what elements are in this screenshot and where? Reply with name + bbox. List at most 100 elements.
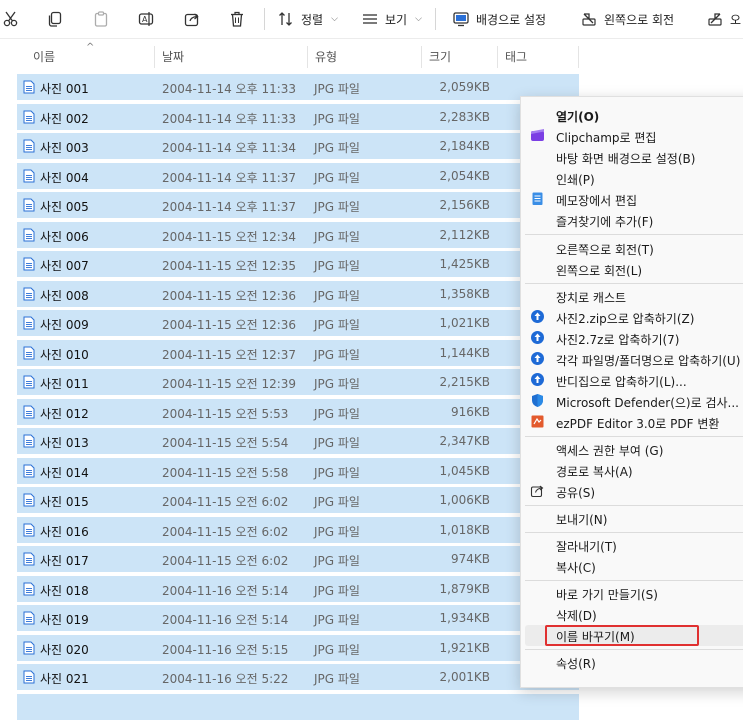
file-date: 2004-11-15 오전 5:53 [162, 407, 289, 421]
delete-toolbar-button[interactable] [228, 7, 246, 31]
notepad-icon [532, 192, 543, 205]
file-row[interactable]: 사진 013 2004-11-15 오전 5:54 JPG 파일 2,347KB [17, 428, 579, 454]
file-row[interactable]: 사진 020 2004-11-16 오전 5:15 JPG 파일 1,921KB [17, 635, 579, 661]
column-name[interactable]: 이름 [33, 40, 55, 70]
menu-rotate-right[interactable]: 오른쪽으로 회전(T) [521, 238, 743, 259]
menu-copy-path[interactable]: 경로로 복사(A) [521, 460, 743, 481]
menu-set-desktop-background[interactable]: 바탕 화면 배경으로 설정(B) [521, 147, 743, 168]
file-row[interactable]: 사진 004 2004-11-14 오후 11:37 JPG 파일 2,054K… [17, 163, 579, 189]
rotate-left-button[interactable]: 왼쪽으로 회전 [580, 7, 674, 31]
file-row[interactable]: 사진 014 2004-11-15 오전 5:58 JPG 파일 1,045KB [17, 458, 579, 484]
file-row[interactable]: 사진 007 2004-11-15 오전 12:35 JPG 파일 1,425K… [17, 251, 579, 277]
file-row[interactable]: 사진 010 2004-11-15 오전 12:37 JPG 파일 1,144K… [17, 340, 579, 366]
column-type[interactable]: 유형 [315, 40, 337, 70]
file-icon [23, 228, 35, 242]
file-row[interactable]: 사진 005 2004-11-14 오후 11:37 JPG 파일 2,156K… [17, 192, 579, 218]
menu-create-shortcut[interactable]: 바로 가기 만들기(S) [521, 583, 743, 604]
column-date[interactable]: 날짜 [162, 40, 184, 70]
menu-bandizip-label: 반디집으로 압축하기(L)... [556, 375, 687, 389]
file-icon [23, 670, 35, 684]
file-date: 2004-11-16 오전 5:14 [162, 613, 289, 627]
scissors-icon [3, 11, 18, 27]
menu-give-access[interactable]: 액세스 권한 부여 (G) [521, 439, 743, 460]
menu-send-to[interactable]: 보내기(N) [521, 508, 743, 529]
column-header: ^ 이름 날짜 유형 크기 태그 [0, 40, 743, 70]
rotate-right-icon [708, 13, 722, 26]
menu-copy[interactable]: 복사(C) [521, 556, 743, 577]
menu-delete[interactable]: 삭제(D) [521, 604, 743, 625]
menu-cut[interactable]: 잘라내기(T) [521, 535, 743, 556]
context-menu: 열기(O) Clipchamp로 편집 바탕 화면 배경으로 설정(B) 인쇄(… [520, 96, 743, 688]
column-size[interactable]: 크기 [429, 40, 451, 70]
menu-send-to-label: 보내기(N) [556, 513, 608, 527]
menu-add-favorites[interactable]: 즐겨찾기에 추가(F) [521, 210, 743, 231]
share-icon [184, 13, 199, 27]
menu-clipchamp[interactable]: Clipchamp로 편집 [521, 126, 743, 147]
file-row-partial[interactable] [17, 694, 579, 720]
rename-toolbar-button[interactable]: A [137, 7, 155, 31]
file-row[interactable]: 사진 008 2004-11-15 오전 12:36 JPG 파일 1,358K… [17, 281, 579, 307]
menu-zip[interactable]: 사진2.zip으로 압축하기(Z) [521, 307, 743, 328]
file-row[interactable]: 사진 017 2004-11-15 오전 6:02 JPG 파일 974KB [17, 546, 579, 572]
column-divider[interactable] [307, 46, 308, 68]
column-tags[interactable]: 태그 [505, 40, 527, 70]
file-date: 2004-11-14 오후 11:37 [162, 200, 297, 214]
menu-7z[interactable]: 사진2.7z로 압축하기(7) [521, 328, 743, 349]
menu-copy-path-label: 경로로 복사(A) [556, 465, 633, 479]
paste-button[interactable] [92, 7, 110, 31]
column-divider[interactable] [154, 46, 155, 68]
menu-defender[interactable]: Microsoft Defender(으)로 검사... [521, 391, 743, 412]
column-divider[interactable] [578, 46, 579, 68]
file-row[interactable]: 사진 016 2004-11-15 오전 6:02 JPG 파일 1,018KB [17, 517, 579, 543]
share-icon [530, 485, 544, 498]
file-name: 사진 002 [40, 112, 89, 126]
file-date: 2004-11-15 오전 6:02 [162, 554, 289, 568]
file-row[interactable]: 사진 012 2004-11-15 오전 5:53 JPG 파일 916KB [17, 399, 579, 425]
file-size: 974KB [450, 552, 490, 566]
menu-properties[interactable]: 속성(R) [521, 652, 743, 673]
menu-notepad[interactable]: 메모장에서 편집 [521, 189, 743, 210]
menu-bandizip[interactable]: 반디집으로 압축하기(L)... [521, 370, 743, 391]
file-icon [23, 611, 35, 625]
column-divider[interactable] [421, 46, 422, 68]
menu-print[interactable]: 인쇄(P) [521, 168, 743, 189]
sort-ascending-icon: ^ [86, 42, 95, 53]
menu-compress-each[interactable]: 각각 파일명/폴더명으로 압축하기(U) [521, 349, 743, 370]
menu-open[interactable]: 열기(O) [521, 105, 743, 126]
file-row[interactable]: 사진 002 2004-11-14 오후 11:33 JPG 파일 2,283K… [17, 104, 579, 130]
command-bar: A 정렬 ⌵ 보기 ⌵ 배경으로 설정 왼쪽으로 회전 오 [0, 0, 743, 39]
file-row[interactable]: 사진 001 2004-11-14 오후 11:33 JPG 파일 2,059K… [17, 74, 579, 100]
menu-print-label: 인쇄(P) [556, 173, 595, 187]
file-name: 사진 001 [40, 82, 89, 96]
cut-button[interactable] [2, 7, 20, 31]
copy-button[interactable] [46, 7, 64, 31]
view-dropdown[interactable]: 보기 ⌵ [361, 7, 422, 31]
view-label: 보기 [385, 12, 408, 27]
file-row[interactable]: 사진 003 2004-11-14 오후 11:34 JPG 파일 2,184K… [17, 133, 579, 159]
set-background-button[interactable]: 배경으로 설정 [452, 7, 546, 31]
menu-cast[interactable]: 장치로 캐스트 [521, 286, 743, 307]
file-row[interactable]: 사진 021 2004-11-16 오전 5:22 JPG 파일 2,001KB [17, 664, 579, 690]
file-row[interactable]: 사진 011 2004-11-15 오전 12:39 JPG 파일 2,215K… [17, 369, 579, 395]
menu-rotate-left[interactable]: 왼쪽으로 회전(L) [521, 259, 743, 280]
menu-add-favorites-label: 즐겨찾기에 추가(F) [556, 215, 654, 229]
sort-dropdown[interactable]: 정렬 ⌵ [277, 7, 338, 31]
file-size: 2,283KB [439, 110, 490, 124]
file-row[interactable]: 사진 015 2004-11-15 오전 6:02 JPG 파일 1,006KB [17, 487, 579, 513]
file-name: 사진 009 [40, 318, 89, 332]
file-row[interactable]: 사진 018 2004-11-16 오전 5:14 JPG 파일 1,879KB [17, 576, 579, 602]
file-icon [23, 198, 35, 212]
file-row[interactable]: 사진 006 2004-11-15 오전 12:34 JPG 파일 2,112K… [17, 222, 579, 248]
chevron-down-icon: ⌵ [415, 14, 422, 24]
file-icon [23, 287, 35, 301]
menu-ezpdf[interactable]: ezPDF Editor 3.0로 PDF 변환 [521, 412, 743, 433]
rotate-right-button[interactable]: 오 [706, 7, 741, 31]
file-type: JPG 파일 [314, 141, 360, 155]
share-toolbar-button[interactable] [183, 7, 201, 31]
file-size: 1,879KB [439, 582, 490, 596]
file-row[interactable]: 사진 019 2004-11-16 오전 5:14 JPG 파일 1,934KB [17, 605, 579, 631]
menu-share[interactable]: 공유(S) [521, 481, 743, 502]
file-date: 2004-11-15 오전 12:39 [162, 377, 297, 391]
file-row[interactable]: 사진 009 2004-11-15 오전 12:36 JPG 파일 1,021K… [17, 310, 579, 336]
column-divider[interactable] [497, 46, 498, 68]
